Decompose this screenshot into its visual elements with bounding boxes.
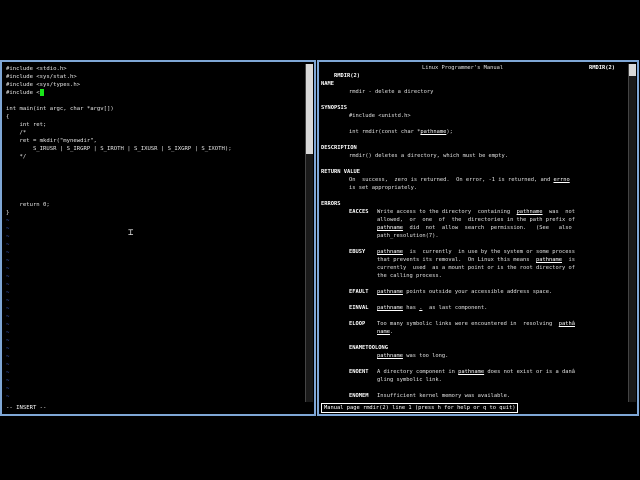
return-value-heading: RETURN VALUE	[321, 169, 360, 175]
error-eacces-line-2: allowed, or one of the directories in th…	[377, 217, 575, 223]
error-eacces-line-1: Write access to the directory containing…	[377, 209, 575, 215]
synopsis-include: #include <unistd.h>	[349, 113, 411, 119]
synopsis-prototype: int rmdir(const char *pathname);	[349, 129, 453, 135]
error-enomem-text: Insufficient kernel memory was available…	[377, 393, 511, 399]
text-cursor-ibeam-icon: ⌶	[128, 228, 134, 238]
name-text: rmdir - delete a directory	[349, 89, 434, 95]
empty-line-tilde: ~	[6, 330, 10, 336]
empty-line-tilde: ~	[6, 322, 10, 328]
error-ebusy-name: EBUSY	[349, 249, 366, 255]
code-line[interactable]: S_IRUSR | S_IRGRP | S_IROTH | S_IXUSR | …	[6, 145, 232, 153]
error-eloop-line-2: name.	[377, 329, 394, 335]
code-line[interactable]: {	[6, 113, 9, 121]
error-einval-name: EINVAL	[349, 305, 369, 311]
vim-editor-pane[interactable]: #include <stdio.h> #include <sys/stat.h> #…	[0, 60, 316, 416]
code-line[interactable]: #include <sys/stat.h>	[6, 73, 77, 81]
empty-line-tilde: ~	[6, 298, 10, 304]
code-line[interactable]: */	[6, 153, 26, 161]
empty-line-tilde: ~	[6, 370, 10, 376]
man-header-center: Linux Programmer's Manual	[422, 65, 504, 71]
empty-line-tilde: ~	[6, 314, 10, 320]
empty-line-tilde: ~	[6, 338, 10, 344]
code-line[interactable]: /*	[6, 129, 26, 137]
empty-line-tilde: ~	[6, 362, 10, 368]
error-efault-name: EFAULT	[349, 289, 369, 295]
code-line[interactable]: #include <	[6, 89, 44, 97]
description-heading: DESCRIPTION	[321, 145, 357, 151]
error-eloop-name: ELOOP	[349, 321, 366, 327]
error-eacces-line-3: pathname did not allow search permission…	[377, 225, 572, 231]
error-enoent-line-2: gling symbolic link.	[377, 377, 442, 383]
right-scrollbar-thumb[interactable]	[629, 64, 636, 76]
man-page-pane[interactable]: RMDIR(2) Linux Programmer's Manual RMDIR…	[317, 60, 639, 416]
insert-cursor	[39, 89, 44, 96]
empty-line-tilde: ~	[6, 290, 10, 296]
right-scrollbar[interactable]	[628, 64, 636, 402]
code-line[interactable]: ret = mkdir("mynewdir",	[6, 137, 96, 145]
return-value-line-1: On success, zero is returned. On error, …	[349, 177, 570, 183]
vim-mode-indicator: -- INSERT --	[6, 405, 47, 411]
empty-line-tilde: ~	[6, 282, 10, 288]
error-eacces-line-4: path_resolution(7).	[377, 233, 439, 239]
man-status-bar: Manual page rmdir(2) line 1 (press h for…	[321, 403, 519, 413]
empty-line-tilde: ~	[6, 354, 10, 360]
error-ebusy-line-2: that prevents its removal. On Linux this…	[377, 257, 575, 263]
error-eacces-name: EACCES	[349, 209, 369, 215]
empty-line-tilde: ~	[6, 242, 10, 248]
error-ebusy-line-1: pathname is currently in use by the syst…	[377, 249, 575, 255]
empty-line-tilde: ~	[6, 346, 10, 352]
synopsis-heading: SYNOPSIS	[321, 105, 347, 111]
name-heading: NAME	[321, 81, 334, 87]
empty-line-tilde: ~	[6, 258, 10, 264]
empty-line-tilde: ~	[6, 250, 10, 256]
empty-line-tilde: ~	[6, 218, 10, 224]
code-line[interactable]: #include <stdio.h>	[6, 65, 67, 73]
errors-heading: ERRORS	[321, 201, 341, 207]
error-eloop-line-1: Too many symbolic links were encountered…	[377, 321, 575, 327]
code-line[interactable]: #include <sys/types.h>	[6, 81, 80, 89]
empty-line-tilde: ~	[6, 274, 10, 280]
empty-line-tilde: ~	[6, 394, 10, 400]
code-line[interactable]: return 0;	[6, 201, 49, 209]
empty-line-tilde: ~	[6, 386, 10, 392]
empty-line-tilde: ~	[6, 306, 10, 312]
return-value-line-2: is set appropriately.	[349, 185, 418, 191]
error-enoent-line-1: A directory component in pathname does n…	[377, 369, 575, 375]
empty-line-tilde: ~	[6, 266, 10, 272]
code-line[interactable]: }	[6, 209, 9, 217]
left-scrollbar[interactable]	[305, 64, 313, 402]
error-enoent-name: ENOENT	[349, 369, 369, 375]
empty-line-tilde: ~	[6, 234, 10, 240]
error-ebusy-line-3: currently used as a mount point or is th…	[377, 265, 575, 271]
empty-line-tilde: ~	[6, 226, 10, 232]
error-efault-text: pathname points outside your accessible …	[377, 289, 553, 295]
description-text: rmdir() deletes a directory, which must …	[349, 153, 509, 159]
error-einval-text: pathname has . as last component.	[377, 305, 488, 311]
empty-line-tilde: ~	[6, 378, 10, 384]
error-enametoolong-name: ENAMETOOLONG	[349, 345, 388, 351]
code-line[interactable]: int ret;	[6, 121, 46, 129]
code-line[interactable]: int main(int argc, char *argv[])	[6, 105, 114, 113]
error-enomem-name: ENOMEM	[349, 393, 369, 399]
man-header-left: RMDIR(2)	[333, 73, 360, 79]
left-scrollbar-thumb[interactable]	[306, 64, 313, 154]
man-header-right: RMDIR(2)	[589, 65, 615, 71]
error-enametoolong-text: pathname was too long.	[377, 353, 449, 359]
error-ebusy-line-4: the calling process.	[377, 273, 442, 279]
